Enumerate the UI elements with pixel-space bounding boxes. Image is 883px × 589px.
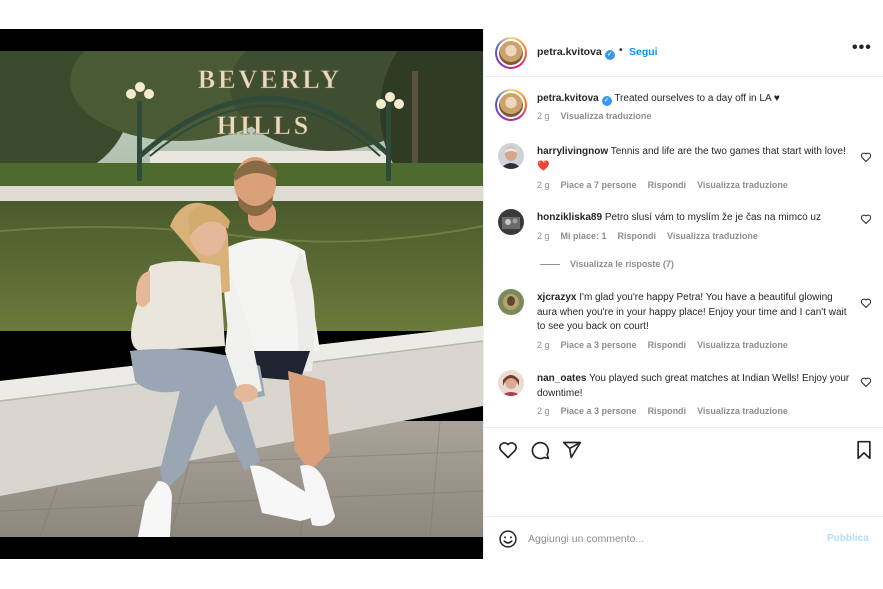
- comment-like-heart-icon[interactable]: [860, 213, 872, 225]
- comment-translate-link[interactable]: Visualizza traduzione: [697, 180, 788, 190]
- smiley-icon[interactable]: [498, 529, 518, 549]
- comment-reply-button[interactable]: Rispondi: [648, 180, 687, 190]
- caption-meta: 2 g Visualizza traduzione: [537, 111, 651, 121]
- sign-text-hills: HILLS: [217, 111, 312, 140]
- commenter-avatar[interactable]: [498, 370, 524, 396]
- comment-bubble-icon[interactable]: [530, 440, 550, 460]
- comments-list[interactable]: petra.kvitova ✓ Treated ourselves to a da…: [484, 77, 883, 427]
- comment-translate-link[interactable]: Visualizza traduzione: [697, 340, 788, 350]
- commenter-avatar[interactable]: [498, 289, 524, 315]
- avatar-image: [499, 41, 523, 65]
- comment-like-heart-icon[interactable]: [860, 376, 872, 388]
- publish-button[interactable]: Pubblica: [827, 533, 869, 544]
- verified-badge-icon: ✓: [601, 96, 612, 106]
- author-avatar[interactable]: [495, 37, 527, 69]
- more-options-icon[interactable]: •••: [852, 39, 872, 57]
- follow-button[interactable]: Segui: [629, 46, 658, 58]
- replies-divider: [540, 263, 560, 265]
- commenter-avatar[interactable]: [498, 143, 524, 169]
- caption-author-avatar[interactable]: [495, 89, 527, 121]
- caption-time: 2 g: [537, 111, 550, 121]
- caption-username[interactable]: petra.kvitova: [537, 93, 599, 104]
- comment-like-heart-icon[interactable]: [860, 151, 872, 163]
- comment-text: Petro slusí vám to myslím že je čas na m…: [604, 212, 821, 223]
- bookmark-icon[interactable]: [854, 440, 874, 460]
- comment-reply-button[interactable]: Rispondi: [648, 406, 687, 416]
- comment-likes-link[interactable]: Piace a 7 persone: [561, 180, 637, 190]
- add-comment-bar: Pubblica: [484, 516, 883, 559]
- post-header: petra.kvitova ✓ • Segui •••: [484, 29, 883, 77]
- comment-meta: 2 g Piace a 3 persone Rispondi Visualizz…: [537, 406, 788, 416]
- post-media[interactable]: BEVERLY HILLS: [0, 29, 483, 559]
- comment-translate-link[interactable]: Visualizza traduzione: [667, 231, 758, 241]
- post-photo: BEVERLY HILLS: [0, 51, 483, 537]
- view-replies-button[interactable]: Visualizza le risposte (7): [540, 259, 674, 269]
- caption-translate-link[interactable]: Visualizza traduzione: [561, 111, 652, 121]
- sign-text-beverly: BEVERLY: [198, 65, 342, 94]
- comment-time: 2 g: [537, 180, 550, 190]
- comment-input[interactable]: [528, 529, 818, 549]
- avatar-image: [499, 93, 523, 117]
- verified-badge-icon: ✓: [604, 50, 615, 60]
- post-side-panel: petra.kvitova ✓ • Segui ••• petra.kvitova…: [483, 29, 883, 559]
- view-replies-label[interactable]: Visualizza le risposte (7): [570, 259, 674, 269]
- comment-username[interactable]: nan_oates: [537, 373, 586, 384]
- comment-time: 2 g: [537, 406, 550, 416]
- comment-meta: 2 g Piace a 7 persone Rispondi Visualizz…: [537, 180, 788, 190]
- paper-plane-icon[interactable]: [562, 440, 582, 460]
- post-actions-bar: [484, 427, 883, 467]
- comment-likes-link[interactable]: Piace a 3 persone: [561, 406, 637, 416]
- comment-username[interactable]: honzikliska89: [537, 212, 602, 223]
- caption-text: Treated ourselves to a day off in LA ♥: [614, 93, 780, 104]
- comment-translate-link[interactable]: Visualizza traduzione: [697, 406, 788, 416]
- comment-meta: 2 g Piace a 3 persone Rispondi Visualizz…: [537, 340, 788, 350]
- author-username-link[interactable]: petra.kvitova ✓: [537, 46, 615, 60]
- comment-time: 2 g: [537, 340, 550, 350]
- comment-likes-link[interactable]: Mi piace: 1: [561, 231, 607, 241]
- comment-meta: 2 g Mi piace: 1 Rispondi Visualizza trad…: [537, 231, 758, 241]
- comment-reply-button[interactable]: Rispondi: [618, 231, 657, 241]
- separator-dot: •: [619, 45, 623, 56]
- comment-likes-link[interactable]: Piace a 3 persone: [561, 340, 637, 350]
- comment-text: I'm glad you're happy Petra! You have a …: [537, 292, 847, 332]
- commenter-avatar[interactable]: [498, 209, 524, 235]
- comment-username[interactable]: harrylivingnow: [537, 146, 608, 157]
- author-username[interactable]: petra.kvitova: [537, 46, 602, 58]
- comment-username[interactable]: xjcrazyx: [537, 292, 576, 303]
- comment-like-heart-icon[interactable]: [860, 297, 872, 309]
- comment-reply-button[interactable]: Rispondi: [648, 340, 687, 350]
- heart-icon[interactable]: [498, 440, 518, 460]
- comment-time: 2 g: [537, 231, 550, 241]
